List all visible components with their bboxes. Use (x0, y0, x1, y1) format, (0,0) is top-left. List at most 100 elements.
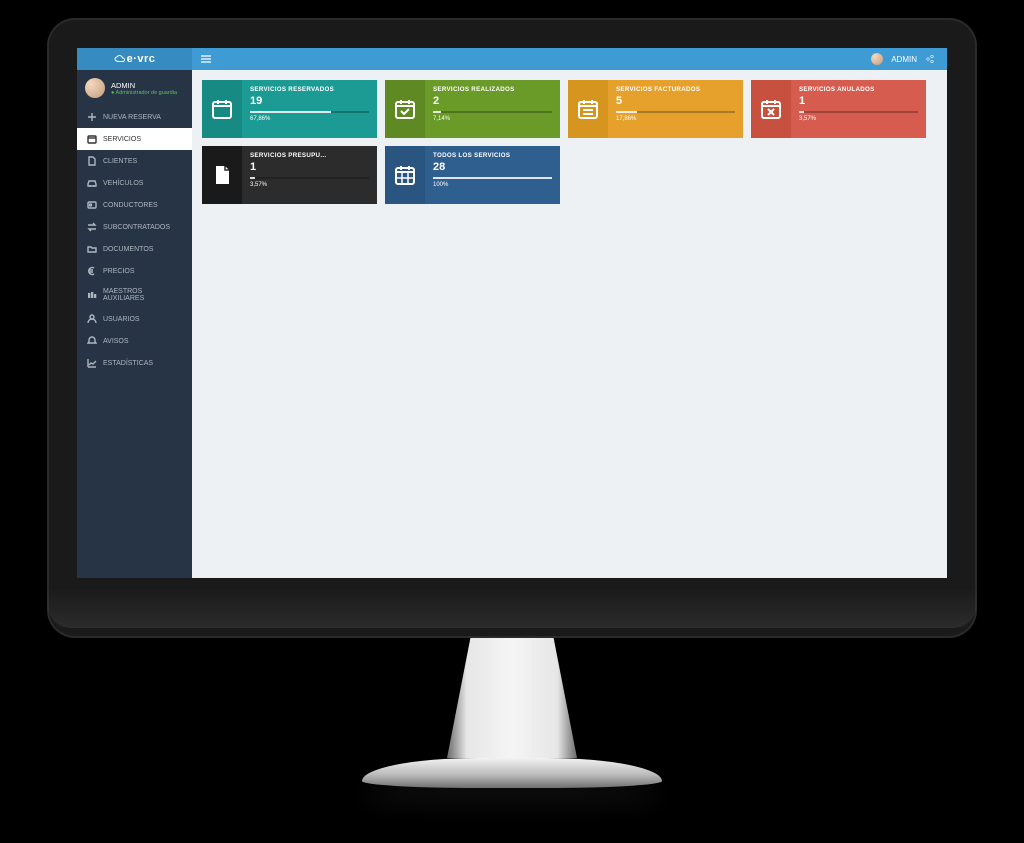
nav-label: ESTADÍSTICAS (103, 360, 153, 367)
card-body: SERVICIOS PRESUPU...13,57% (242, 146, 377, 204)
file-icon (87, 156, 97, 166)
sidebar-item-documentos[interactable]: DOCUMENTOS (77, 238, 192, 260)
stat-card-blue[interactable]: TODOS LOS SERVICIOS 28 100% (385, 146, 560, 204)
sidebar-item-nueva-reserva[interactable]: NUEVA RESERVA (77, 106, 192, 128)
user-role: Administrador de guardia (111, 90, 177, 96)
card-progress-bar (616, 111, 637, 113)
card-percent: 100% (433, 182, 552, 188)
cal-grid-icon (393, 163, 417, 187)
nav-icon (87, 156, 97, 166)
bell-icon (87, 336, 97, 346)
card-body: SERVICIOS ANULADOS 1 3,57% (791, 80, 926, 138)
nav-label: MAESTROS AUXILIARES (103, 288, 182, 302)
doc-icon (210, 163, 234, 187)
nav-label: SUBCONTRATADOS (103, 224, 170, 231)
avatar-icon[interactable] (871, 53, 883, 65)
screen: e·vrc ADMIN (77, 48, 947, 578)
card-body: TODOS LOS SERVICIOS 28 100% (425, 146, 560, 204)
sidebar-item-usuarios[interactable]: USUARIOS (77, 308, 192, 330)
card-value: 28 (433, 161, 552, 173)
main-content: SERVICIOS RESERVADOS1967,86% SERVICIOS RE… (192, 70, 947, 578)
nav-label: CONDUCTORES (103, 202, 158, 209)
card-progress-bar (433, 177, 552, 179)
sidebar-item-conductores[interactable]: CONDUCTORES (77, 194, 192, 216)
nav-label: PRECIOS (103, 268, 135, 275)
card-body: SERVICIOS RESERVADOS1967,86% (242, 80, 377, 138)
card-icon-wrap (202, 80, 242, 138)
chart-icon (87, 358, 97, 368)
topbar: e·vrc ADMIN (77, 48, 947, 70)
topbar-username[interactable]: ADMIN (891, 55, 917, 64)
card-percent: 7,14% (433, 116, 552, 122)
bezel-reflection (47, 588, 977, 628)
cloud-icon (114, 54, 126, 64)
stat-card-green[interactable]: SERVICIOS REALIZADOS27,14% (385, 80, 560, 138)
nav-icon (87, 222, 97, 232)
card-icon-wrap (202, 146, 242, 204)
card-title: TODOS LOS SERVICIOS (433, 152, 552, 159)
db-icon (87, 290, 97, 300)
nav-label: USUARIOS (103, 316, 140, 323)
brand-logo[interactable]: e·vrc (77, 48, 192, 70)
nav-icon (87, 134, 97, 144)
id-icon (87, 200, 97, 210)
user-icon (87, 314, 97, 324)
menu-toggle[interactable] (192, 48, 220, 70)
card-progress-bar (250, 111, 331, 113)
stat-card-red[interactable]: SERVICIOS ANULADOS 1 3,57% (751, 80, 926, 138)
cal-check-icon (393, 97, 417, 121)
monitor-frame: e·vrc ADMIN (47, 18, 977, 638)
sidebar-item-clientes[interactable]: CLIENTES (77, 150, 192, 172)
card-value: 1 (250, 161, 369, 173)
nav-icon (87, 314, 97, 324)
sidebar-item-servicios[interactable]: SERVICIOS (77, 128, 192, 150)
card-icon-wrap (385, 80, 425, 138)
stat-card-teal[interactable]: SERVICIOS RESERVADOS1967,86% (202, 80, 377, 138)
card-percent: 3,57% (799, 116, 918, 122)
card-progress (616, 111, 735, 113)
card-title: SERVICIOS FACTURADOS (616, 86, 735, 93)
nav-label: VEHÍCULOS (103, 180, 143, 187)
cal-lines-icon (576, 97, 600, 121)
card-progress (250, 177, 369, 179)
card-body: SERVICIOS REALIZADOS27,14% (425, 80, 560, 138)
sidebar-item-subcontratados[interactable]: SUBCONTRATADOS (77, 216, 192, 238)
card-value: 1 (799, 95, 918, 107)
euro-icon (87, 266, 97, 276)
nav-label: AVISOS (103, 338, 129, 345)
card-progress (433, 111, 552, 113)
card-title: SERVICIOS ANULADOS (799, 86, 918, 93)
nav-label: CLIENTES (103, 158, 137, 165)
card-icon-wrap (385, 146, 425, 204)
body: ADMIN Administrador de guardia NUEVA RES… (77, 70, 947, 578)
sidebar-user[interactable]: ADMIN Administrador de guardia (77, 70, 192, 106)
hamburger-icon (201, 55, 211, 63)
sidebar-item-precios[interactable]: PRECIOS (77, 260, 192, 282)
card-title: SERVICIOS REALIZADOS (433, 86, 552, 93)
card-icon-wrap (568, 80, 608, 138)
nav-label: SERVICIOS (103, 136, 141, 143)
stat-card-black[interactable]: SERVICIOS PRESUPU...13,57% (202, 146, 377, 204)
nav-icon (87, 290, 97, 300)
card-percent: 67,86% (250, 116, 369, 122)
monitor-stand-base (362, 758, 662, 788)
sidebar-item-avisos[interactable]: AVISOS (77, 330, 192, 352)
sidebar-item-veh-culos[interactable]: VEHÍCULOS (77, 172, 192, 194)
nav-icon (87, 200, 97, 210)
card-progress (433, 177, 552, 179)
cal-x-icon (759, 97, 783, 121)
nav-icon (87, 244, 97, 254)
card-percent: 3,57% (250, 182, 369, 188)
card-icon-wrap (751, 80, 791, 138)
sidebar-item-maestros-auxiliares[interactable]: MAESTROS AUXILIARES (77, 282, 192, 308)
nav-label: DOCUMENTOS (103, 246, 153, 253)
sidebar-item-estad-sticas[interactable]: ESTADÍSTICAS (77, 352, 192, 374)
stat-card-amber[interactable]: SERVICIOS FACTURADOS517,86% (568, 80, 743, 138)
card-progress-bar (799, 111, 804, 113)
nav-label: NUEVA RESERVA (103, 114, 161, 121)
card-progress-bar (250, 177, 255, 179)
sidebar: ADMIN Administrador de guardia NUEVA RES… (77, 70, 192, 578)
monitor-stand-neck (447, 638, 577, 758)
gear-icon[interactable] (925, 54, 935, 64)
card-value: 5 (616, 95, 735, 107)
